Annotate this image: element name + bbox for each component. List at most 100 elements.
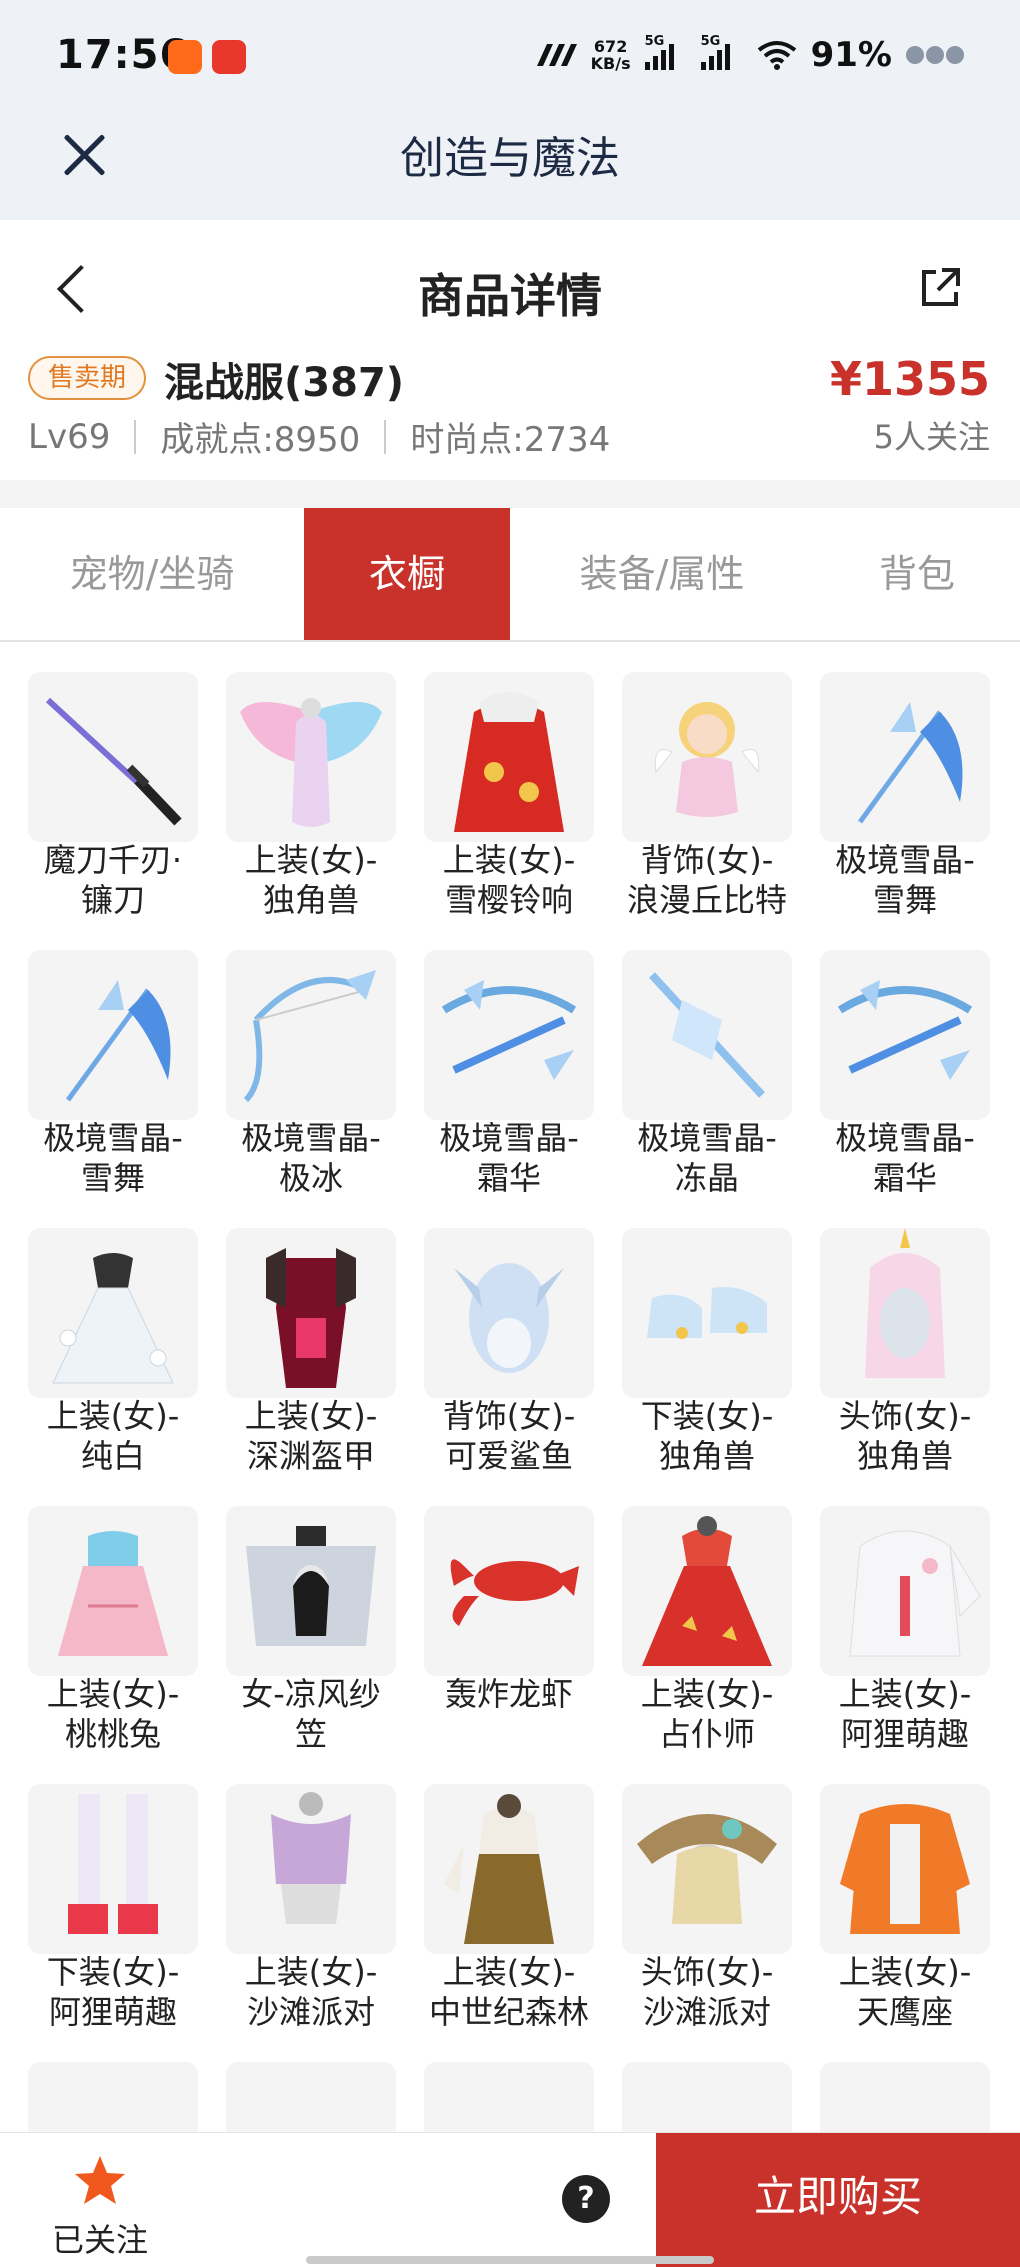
wardrobe-item[interactable]: 上装(女)- 深渊盔甲	[226, 1198, 424, 1476]
wardrobe-item-name: 背饰(女)- 可爱鲨鱼	[442, 1397, 576, 1475]
signal-icon: 5G	[700, 34, 743, 70]
bottom-action-bar: 已关注 ? 立即购买	[0, 2132, 1020, 2267]
shoes-icon	[622, 1228, 792, 1398]
boots-icon	[28, 1784, 198, 1954]
wardrobe-item-name: 上装(女)- 占仆师	[640, 1675, 774, 1753]
wardrobe-item[interactable]: 背饰(女)- 可爱鲨鱼	[424, 1198, 622, 1476]
wardrobe-item[interactable]: 背饰(女)- 浪漫丘比特	[622, 642, 820, 920]
wardrobe-item[interactable]	[622, 2032, 820, 2132]
wardrobe-item-name: 上装(女)- 独角兽	[244, 841, 378, 919]
wardrobe-item[interactable]: 魔刀千刃· 镰刀	[28, 642, 226, 920]
ice-crossbow-icon	[424, 950, 594, 1120]
wardrobe-item[interactable]: 上装(女)- 桃桃兔	[28, 1476, 226, 1754]
wardrobe-item[interactable]: 上装(女)- 纯白	[28, 1198, 226, 1476]
wardrobe-grid: 魔刀千刃· 镰刀 上装(女)- 独角兽 上装(女)- 雪樱铃响 背饰(女)- 浪漫丘比…	[0, 642, 1020, 2132]
wardrobe-item-name: 轰炸龙虾	[444, 1675, 573, 1713]
signal-icon: 5G	[644, 34, 687, 70]
wardrobe-item[interactable]: 上装(女)- 中世纪森林	[424, 1754, 622, 2032]
wardrobe-item-name: 背饰(女)- 浪漫丘比特	[626, 841, 787, 919]
follow-button[interactable]: 已关注	[0, 2133, 200, 2267]
sale-status-badge: 售卖期	[28, 356, 147, 400]
ice-scythe-icon	[820, 672, 990, 842]
dress-red2-icon	[622, 1506, 792, 1676]
tab-pets-mounts[interactable]: 宠物/坐骑	[0, 508, 304, 640]
wardrobe-item-name: 上装(女)- 深渊盔甲	[244, 1397, 378, 1475]
nfc-icon	[536, 44, 577, 66]
status-indicators: 672 KB/s 5G 5G 91%	[533, 34, 964, 76]
tab-backpack[interactable]: 背包	[814, 508, 1020, 640]
wardrobe-item-name: 魔刀千刃· 镰刀	[43, 841, 183, 919]
cupid-icon	[622, 672, 792, 842]
tab-wardrobe[interactable]: 衣橱	[304, 508, 510, 640]
help-icon[interactable]: ?	[562, 2175, 610, 2223]
wardrobe-item-name: 极境雪晶- 冻晶	[637, 1119, 777, 1197]
divider	[384, 419, 387, 454]
app-notification-icon	[212, 40, 246, 74]
veil-hat-icon	[226, 1506, 396, 1676]
wardrobe-item[interactable]: 头饰(女)- 独角兽	[820, 1198, 1018, 1476]
product-info: 售卖期 混战服(387) Lv69 成就点:8950 时尚点:2734 ¥135…	[0, 350, 1020, 480]
ice-bow-icon	[226, 950, 396, 1120]
wardrobe-item[interactable]: 上装(女)- 雪樱铃响	[424, 642, 622, 920]
dress-red-icon	[424, 672, 594, 842]
wardrobe-item[interactable]	[820, 2032, 1018, 2132]
hoodie-icon	[820, 1506, 990, 1676]
wardrobe-item-name: 极境雪晶- 极冰	[241, 1119, 381, 1197]
lobster-icon	[424, 1506, 594, 1676]
battery-level: 91%	[810, 35, 892, 75]
wardrobe-item-name: 极境雪晶- 雪舞	[835, 841, 975, 919]
partial-red-legs-icon	[424, 2062, 594, 2132]
buy-now-button[interactable]: 立即购买	[656, 2133, 1020, 2267]
wardrobe-item[interactable]	[28, 2032, 226, 2132]
share-icon[interactable]	[916, 264, 964, 312]
price: ¥1355	[829, 352, 990, 406]
wardrobe-item[interactable]: 极境雪晶- 雪舞	[28, 920, 226, 1198]
status-bar: 17:56 672 KB/s 5G 5G 91%	[0, 0, 1020, 110]
wardrobe-item[interactable]: 极境雪晶- 极冰	[226, 920, 424, 1198]
wardrobe-item[interactable]: 轰炸龙虾	[424, 1476, 622, 1754]
section-divider	[0, 480, 1020, 508]
wardrobe-item[interactable]: 极境雪晶- 雪舞	[820, 642, 1018, 920]
app-notification-icon	[168, 40, 202, 74]
category-tabs: 宠物/坐骑 衣橱 装备/属性 背包	[0, 508, 1020, 642]
fashion-points: 时尚点:2734	[410, 420, 611, 460]
wardrobe-item-name: 上装(女)- 纯白	[46, 1397, 180, 1475]
ice-crossbow-icon	[820, 950, 990, 1120]
divider	[134, 419, 137, 454]
sun-hat-icon	[622, 1784, 792, 1954]
wardrobe-item-name: 上装(女)- 桃桃兔	[46, 1675, 180, 1753]
wings-icon	[226, 672, 396, 842]
wardrobe-item-name: 下装(女)- 阿狸萌趣	[46, 1953, 180, 2031]
account-stats: Lv69 成就点:8950 时尚点:2734	[28, 412, 610, 461]
wardrobe-item[interactable]: 极境雪晶- 霜华	[424, 920, 622, 1198]
wardrobe-item-name: 上装(女)- 天鹰座	[838, 1953, 972, 2031]
wardrobe-item[interactable]	[226, 2032, 424, 2132]
top-area: 17:56 672 KB/s 5G 5G 91% 创造与魔法	[0, 0, 1020, 220]
wardrobe-item[interactable]: 上装(女)- 占仆师	[622, 1476, 820, 1754]
sword-icon	[28, 672, 198, 842]
wardrobe-item[interactable]: 上装(女)- 沙滩派对	[226, 1754, 424, 2032]
wardrobe-item[interactable]: 下装(女)- 独角兽	[622, 1198, 820, 1476]
wardrobe-item-name: 上装(女)- 沙滩派对	[244, 1953, 378, 2031]
shark-icon	[424, 1228, 594, 1398]
page-title: 商品详情	[418, 269, 602, 323]
wardrobe-item[interactable]	[424, 2032, 622, 2132]
wardrobe-item[interactable]: 头饰(女)- 沙滩派对	[622, 1754, 820, 2032]
tab-equipment-attributes[interactable]: 装备/属性	[510, 508, 814, 640]
home-indicator[interactable]	[306, 2256, 714, 2264]
wardrobe-item[interactable]: 上装(女)- 独角兽	[226, 642, 424, 920]
achievement-points: 成就点:8950	[160, 420, 361, 460]
wardrobe-item[interactable]: 上装(女)- 阿狸萌趣	[820, 1476, 1018, 1754]
wardrobe-item[interactable]: 下装(女)- 阿狸萌趣	[28, 1754, 226, 2032]
wardrobe-item[interactable]: 女-凉风纱 笠	[226, 1476, 424, 1754]
wardrobe-item[interactable]: 上装(女)- 天鹰座	[820, 1754, 1018, 2032]
wardrobe-item-name: 极境雪晶- 雪舞	[43, 1119, 183, 1197]
notification-dots-icon	[906, 46, 964, 64]
medieval-icon	[424, 1784, 594, 1954]
wardrobe-item[interactable]: 极境雪晶- 冻晶	[622, 920, 820, 1198]
follow-label: 已关注	[51, 2221, 148, 2259]
wardrobe-item[interactable]: 极境雪晶- 霜华	[820, 920, 1018, 1198]
partial-pink-icon	[622, 2062, 792, 2132]
page-header: 商品详情	[0, 220, 1020, 360]
level-value: Lv69	[28, 416, 111, 457]
